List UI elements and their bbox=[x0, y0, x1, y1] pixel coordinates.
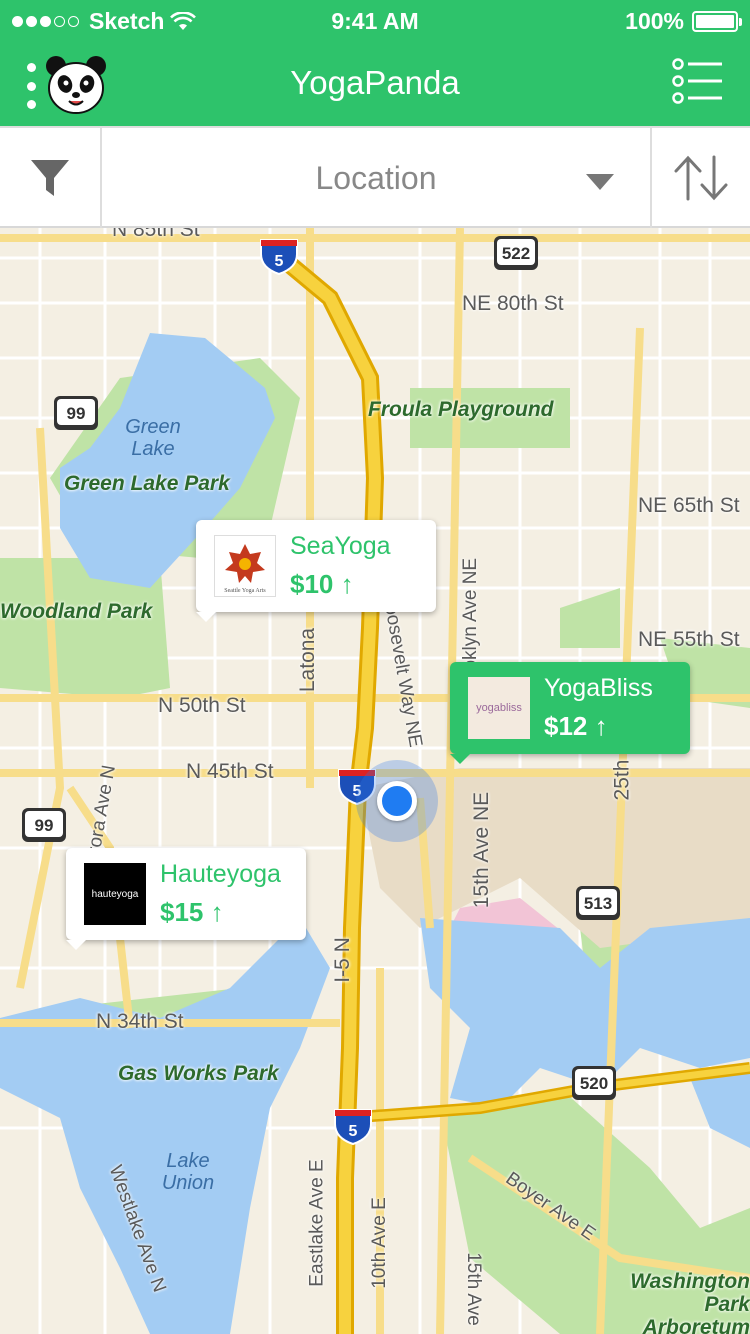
street-label: Eastlake Ave E bbox=[306, 1159, 328, 1287]
studio-name: YogaBliss bbox=[544, 674, 653, 702]
shield-number: 513 bbox=[584, 894, 612, 913]
street-label: I-5 N bbox=[330, 937, 354, 983]
studio-name: Hauteyoga bbox=[160, 860, 281, 888]
top-bar: Sketch 9:41 AM 100% YogaPanda bbox=[0, 0, 750, 126]
filter-bar: Location bbox=[0, 126, 750, 228]
state-route-shield-icon: 99 bbox=[22, 808, 66, 842]
sort-arrows-icon bbox=[674, 155, 728, 201]
park-label: Green Lake Park bbox=[64, 472, 230, 495]
interstate-shield-icon: 5 bbox=[260, 239, 298, 276]
state-route-shield-icon: 520 bbox=[572, 1066, 616, 1100]
location-dropdown-value: Location bbox=[315, 159, 437, 196]
water-label: Lake Union bbox=[161, 1150, 215, 1194]
arrow-up-icon: ↑ bbox=[340, 569, 354, 599]
park-label: Gas Works Park bbox=[118, 1062, 279, 1085]
arrow-up-icon: ↑ bbox=[210, 897, 224, 927]
filter-button[interactable] bbox=[0, 128, 102, 228]
hauteyoga-logo-text: hauteyoga bbox=[91, 888, 139, 900]
studio-logo: yogabliss bbox=[468, 677, 530, 739]
studio-price: $15 ↑ bbox=[160, 897, 224, 927]
shield-number: 99 bbox=[67, 404, 86, 423]
state-route-shield-icon: 522 bbox=[494, 236, 538, 270]
street-label: 15th Ave bbox=[462, 1252, 484, 1326]
street-label: N 85th St bbox=[112, 228, 200, 241]
sort-button[interactable] bbox=[650, 128, 750, 228]
street-label: 15th Ave NE bbox=[470, 791, 494, 909]
current-location-marker[interactable] bbox=[356, 760, 438, 842]
svg-text:Seattle Yoga Arts: Seattle Yoga Arts bbox=[224, 588, 266, 594]
app-title: YogaPanda bbox=[290, 64, 460, 101]
studio-logo: Seattle Yoga Arts bbox=[214, 535, 276, 597]
location-dropdown[interactable]: Location bbox=[102, 128, 650, 228]
studio-callout-seayoga[interactable]: Seattle Yoga Arts SeaYoga $10 ↑ bbox=[196, 520, 436, 622]
shield-number: 520 bbox=[580, 1074, 608, 1093]
street-label: N 45th St bbox=[186, 760, 274, 783]
funnel-icon bbox=[31, 160, 69, 196]
list-view-icon[interactable] bbox=[672, 58, 724, 104]
street-label: NE 65th St bbox=[638, 494, 740, 517]
shield-number: 5 bbox=[349, 1123, 358, 1140]
street-label: NE 55th St bbox=[638, 628, 740, 651]
battery-percent: 100% bbox=[625, 8, 684, 34]
state-route-shield-icon: 99 bbox=[54, 396, 98, 430]
water-label: Green Lake bbox=[125, 416, 181, 460]
studio-name: SeaYoga bbox=[290, 532, 391, 560]
studio-price: $12 ↑ bbox=[544, 711, 608, 741]
street-label: 25th bbox=[610, 759, 634, 801]
park-label: Froula Playground bbox=[368, 398, 554, 421]
studio-callout-yogabliss[interactable]: yogabliss YogaBliss $12 ↑ bbox=[450, 662, 690, 764]
park-label: Woodland Park bbox=[0, 600, 153, 623]
status-bar: Sketch 9:41 AM 100% bbox=[0, 0, 750, 40]
street-label: Latona bbox=[296, 627, 320, 693]
street-label: NE 80th St bbox=[462, 292, 564, 315]
shield-number: 5 bbox=[275, 253, 284, 270]
chevron-down-icon bbox=[586, 174, 614, 190]
yogabliss-logo-text: yogabliss bbox=[476, 702, 522, 714]
shield-number: 99 bbox=[35, 816, 54, 835]
map-view[interactable]: N 85th St NE 80th St NE 65th St NE 55th … bbox=[0, 228, 750, 1334]
street-label: 10th Ave E bbox=[368, 1197, 390, 1289]
street-label: N 50th St bbox=[158, 694, 246, 717]
shield-number: 522 bbox=[502, 244, 530, 263]
park-label: Washington Park Arboretum bbox=[630, 1270, 750, 1334]
state-route-shield-icon: 513 bbox=[576, 886, 620, 920]
nav-bar: YogaPanda bbox=[0, 40, 750, 126]
interstate-shield-icon: 5 bbox=[334, 1109, 372, 1146]
street-label: N 34th St bbox=[96, 1010, 184, 1033]
battery-icon bbox=[692, 11, 742, 32]
studio-logo: hauteyoga bbox=[84, 863, 146, 925]
battery-indicator: 100% bbox=[625, 8, 742, 35]
seattle-yoga-arts-logo-icon: Seattle Yoga Arts bbox=[224, 544, 266, 594]
studio-callout-hauteyoga[interactable]: hauteyoga Hauteyoga $15 ↑ bbox=[66, 848, 306, 950]
arrow-up-icon: ↑ bbox=[594, 711, 608, 741]
studio-price: $10 ↑ bbox=[290, 569, 354, 599]
